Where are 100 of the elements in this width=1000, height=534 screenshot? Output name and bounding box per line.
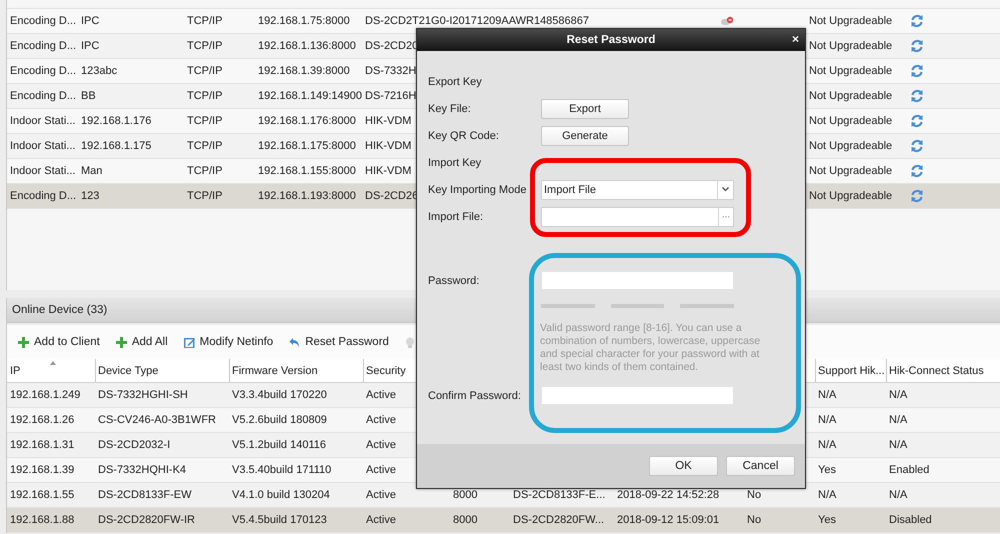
table-cell: HIK-VDM — [365, 115, 412, 127]
table-cell: TCP/IP — [187, 165, 222, 177]
table-cell: TCP/IP — [187, 140, 222, 152]
table-cell: CS-CV246-A0-3B1WFR — [98, 414, 216, 426]
table-cell: Active — [366, 439, 396, 451]
table-cell: 192.168.1.136:8000 — [258, 40, 356, 52]
table-cell: 192.168.1.39:8000 — [258, 65, 350, 77]
table-cell: 192.168.1.55 — [10, 489, 74, 501]
table-cell: 192.168.1.26 — [10, 414, 74, 426]
table-cell: 192.168.1.149:14900 — [258, 90, 362, 102]
table-cell: No — [747, 514, 762, 526]
table-cell: Active — [366, 464, 396, 476]
hint-text: Valid password range [8-16]. You can use a combination of numbers, lowercase, uppercase and special character for your password with at least two kinds of them contained. — [540, 322, 762, 374]
table-cell: 192.168.1.39 — [10, 464, 74, 476]
table-cell: N/A — [818, 389, 836, 401]
table-cell: N/A — [889, 414, 908, 426]
table-cell: Indoor Stati... — [10, 165, 76, 177]
table-cell: 8000 — [453, 489, 478, 501]
table-cell: Indoor Stati... — [10, 115, 76, 127]
table-cell: V4.1.0 build 130204 — [232, 489, 330, 501]
field-label: Confirm Password: — [428, 390, 522, 402]
table-cell: N/A — [818, 414, 836, 426]
table-cell: HIK-VDM — [365, 140, 412, 152]
table-cell: 2018-09-12 15:09:01 — [617, 514, 720, 526]
table-cell: 192.168.1.88 — [10, 514, 74, 526]
table-cell: 2018-09-22 14:52:28 — [617, 489, 720, 501]
table-cell: Encoding D... — [10, 15, 76, 27]
table-cell: Not Upgradeable — [809, 90, 892, 102]
table-cell: DS-7332H — [365, 65, 416, 77]
table-cell: V5.4.5build 170123 — [232, 514, 327, 526]
table-cell: Enabled — [889, 464, 930, 476]
table-cell: V5.2.6build 180809 — [232, 414, 327, 426]
field-label: Key QR Code: — [428, 130, 500, 142]
table-cell: Active — [366, 414, 396, 426]
table-cell: 123 — [81, 190, 100, 202]
table-cell: Active — [366, 389, 396, 401]
table-cell: Not Upgradeable — [809, 190, 892, 202]
table-cell: V3.3.4build 170220 — [232, 389, 327, 401]
table-cell: Not Upgradeable — [809, 65, 892, 77]
panel-title: Online Device (33) — [12, 304, 108, 316]
table-cell: TCP/IP — [187, 190, 222, 202]
table-cell: 192.168.1.31 — [10, 439, 74, 451]
table-cell: 192.168.1.193:8000 — [258, 190, 356, 202]
table-cell: Active — [366, 514, 396, 526]
table-cell: Encoding D... — [10, 40, 76, 52]
table-cell: BB — [81, 90, 96, 102]
table-cell: DS-2CD2032-I — [98, 439, 170, 451]
table-cell: N/A — [818, 439, 836, 451]
table-cell: No — [747, 489, 762, 501]
table-cell: DS-7216H — [365, 90, 416, 102]
table-cell: IPC — [81, 15, 100, 27]
field-label: Key File: — [428, 102, 472, 114]
table-cell: DS-2CD26 — [365, 190, 418, 202]
table-cell: Yes — [818, 514, 836, 526]
table-cell: 192.168.1.175:8000 — [258, 140, 356, 152]
table-cell: DS-7332HGHI-SH — [98, 389, 188, 401]
table-cell: TCP/IP — [187, 90, 222, 102]
table-cell: N/A — [889, 489, 908, 501]
table-cell: N/A — [818, 489, 836, 501]
field-label: Password: — [428, 274, 480, 286]
table-cell: DS-2CD8133F-EW — [98, 489, 192, 501]
field-label: Import File: — [428, 210, 484, 222]
table-cell: DS-2CD2820FW... — [513, 514, 604, 526]
table-cell: TCP/IP — [187, 115, 222, 127]
table-cell: Not Upgradeable — [809, 15, 892, 27]
table-cell: TCP/IP — [187, 40, 222, 52]
table-cell: 192.168.1.176:8000 — [258, 115, 356, 127]
table-cell: Active — [366, 489, 396, 501]
table-cell: N/A — [889, 439, 908, 451]
table-cell: DS-2CD2820FW-IR — [98, 514, 195, 526]
dialog-title: Reset Password — [566, 34, 656, 46]
table-cell: Not Upgradeable — [809, 40, 892, 52]
section-heading: Import Key — [428, 156, 482, 168]
table-cell: Encoding D... — [10, 65, 76, 77]
table-cell: Man — [81, 165, 102, 177]
table-cell: Indoor Stati... — [10, 140, 76, 152]
table-cell: HIK-VDM — [365, 165, 412, 177]
table-cell: DS-2CD2T21G0-I20171209AAWR148586867 — [365, 15, 590, 27]
table-cell: DS-7332HQHI-K4 — [98, 464, 186, 476]
table-cell: Disabled — [889, 514, 932, 526]
table-cell: 192.168.1.175 — [81, 140, 152, 152]
table-cell: 192.168.1.75:8000 — [258, 15, 350, 27]
table-cell: V3.5.40build 171110 — [232, 464, 332, 476]
table-cell: Not Upgradeable — [809, 140, 892, 152]
table-cell: 192.168.1.155:8000 — [258, 165, 356, 177]
table-cell: 123abc — [81, 65, 118, 77]
table-cell: N/A — [889, 389, 908, 401]
table-cell: Yes — [818, 464, 836, 476]
table-cell: V5.1.2build 140116 — [232, 439, 326, 451]
table-cell: TCP/IP — [187, 15, 222, 27]
table-cell: 192.168.1.176 — [81, 115, 152, 127]
table-cell: IPC — [81, 40, 100, 52]
field-label: Key Importing Mode — [428, 184, 528, 196]
table-cell: Encoding D... — [10, 90, 76, 102]
table-cell: Not Upgradeable — [809, 165, 892, 177]
table-cell: 192.168.1.249 — [10, 389, 80, 401]
table-cell: DS-2CD8133F-E... — [513, 489, 606, 501]
table-cell: TCP/IP — [187, 65, 222, 77]
section-heading: Export Key — [428, 76, 483, 88]
table-cell: Encoding D... — [10, 190, 76, 202]
